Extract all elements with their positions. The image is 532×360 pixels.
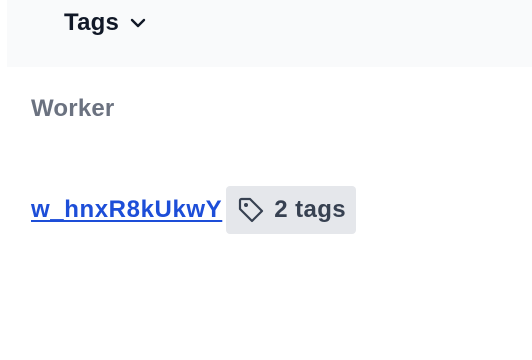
worker-section-label: Worker — [31, 95, 115, 122]
tags-count-label: 2 tags — [274, 196, 347, 223]
page: Tags Worker w_hnxR8kUkwY 2 tags — [0, 0, 532, 360]
worker-id-link[interactable]: w_hnxR8kUkwY — [31, 196, 226, 224]
worker-row: w_hnxR8kUkwY 2 tags — [31, 186, 357, 234]
tags-count-badge[interactable]: 2 tags — [226, 186, 357, 234]
tags-dropdown-toggle[interactable]: Tags — [64, 8, 147, 38]
tags-header-label: Tags — [64, 9, 120, 36]
chevron-down-icon — [130, 18, 146, 28]
tag-icon — [239, 197, 264, 223]
